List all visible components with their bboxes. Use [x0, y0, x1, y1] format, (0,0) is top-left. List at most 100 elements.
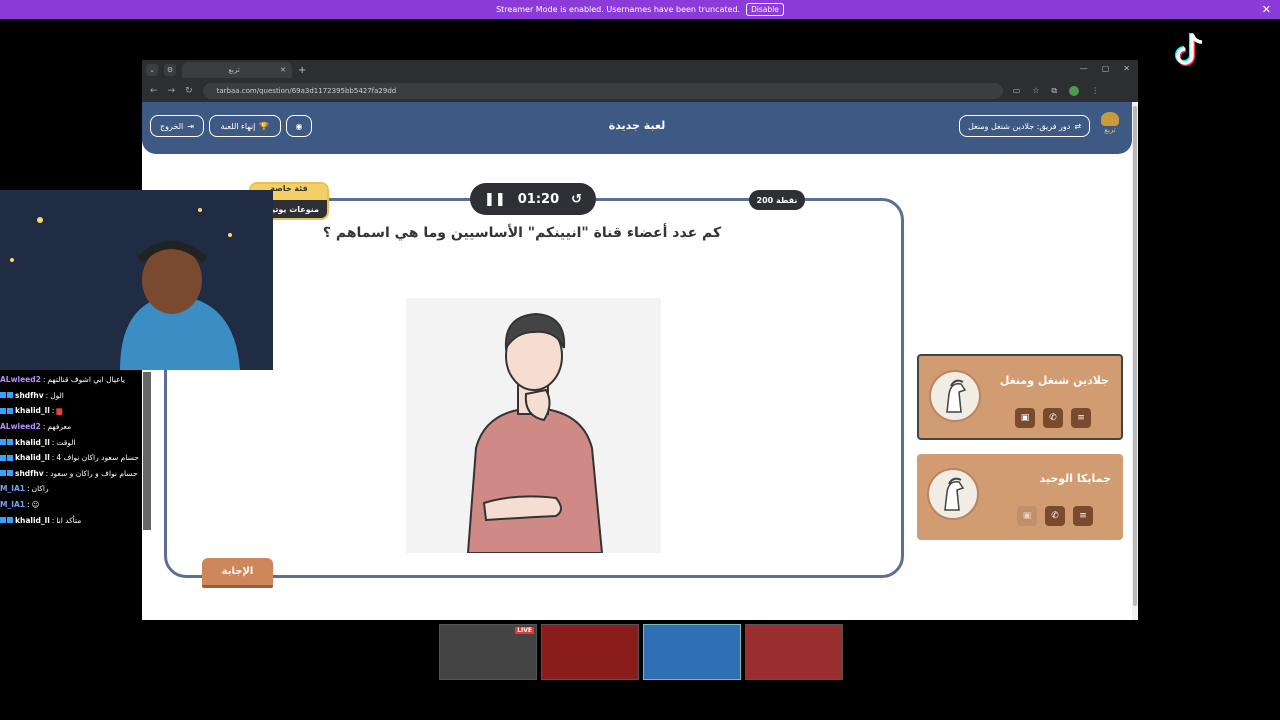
chat-text: معرفهم — [47, 422, 72, 432]
chat-username: M_IA1 — [0, 500, 26, 510]
points-badge: 200 نقطة — [749, 190, 805, 210]
badge-icon — [0, 470, 13, 477]
logo-text: تربع — [1104, 126, 1116, 134]
team-name: جمايكا الوحيد — [1039, 472, 1112, 485]
question-text: كم عدد أعضاء قناة "انيينكم" الأساسيين وم… — [322, 225, 722, 241]
taskbar-thumbnails: LIVE — [439, 624, 843, 680]
chat-username: khalid_ll — [15, 437, 50, 447]
address-bar-row: ← → ↻ tarbaa.com/question/69a3d1172395bb… — [142, 80, 1138, 102]
timer-value: 01:20 — [517, 191, 560, 207]
extensions-icon[interactable]: ⧉ — [1051, 86, 1057, 96]
browser-window: ⌄ ⚙ تربع ✕ + — ▢ ✕ ← → ↻ tarbaa.com/ques… — [142, 60, 1138, 620]
phone-icon[interactable]: ✆ — [1045, 506, 1065, 526]
new-tab-button[interactable]: + — [298, 65, 306, 76]
tab-title: تربع — [228, 66, 240, 74]
camera-icon[interactable]: ▣ — [1017, 506, 1037, 526]
disable-button[interactable]: Disable — [746, 3, 784, 16]
chat-text: 4 حسام سعود راكان نواف — [56, 453, 139, 463]
turn-indicator[interactable]: دور فريق: جلادين شنغل ومنغل ⇄ — [959, 115, 1090, 137]
chat-text: ياعيال ابي اشوف قنالتهم — [47, 375, 125, 385]
chat-message: M_IA1 : راكان — [0, 484, 49, 494]
chat-text: الوقت — [56, 437, 76, 447]
tab-search-icon[interactable]: ⌄ — [146, 64, 158, 76]
live-badge: LIVE — [515, 627, 534, 634]
chat-text: ☺ — [31, 500, 40, 510]
team-card-1: جلادين شنغل ومنغل ▣ ✆ ≡ — [917, 354, 1123, 440]
chat-username: M_IA1 — [0, 484, 26, 494]
thumbnail-character[interactable] — [643, 624, 741, 680]
bookmark-star-icon[interactable]: ☆ — [1032, 86, 1039, 96]
turn-label: دور فريق: جلادين شنغل ومنغل — [967, 121, 1071, 131]
window-controls: — ▢ ✕ — [1080, 64, 1130, 73]
phone-icon[interactable]: ✆ — [1043, 408, 1063, 428]
list-icon[interactable]: ≡ — [1073, 506, 1093, 526]
page-scrollbar[interactable] — [1132, 102, 1138, 620]
chat-message: M_IA1 : ☺ — [0, 500, 40, 510]
answer-button[interactable]: الإجابة — [202, 558, 273, 588]
list-icon[interactable]: ≡ — [1071, 408, 1091, 428]
tab-bar: ⌄ ⚙ تربع ✕ + — ▢ ✕ — [142, 60, 1138, 80]
chat-text: ▆ — [56, 406, 63, 416]
site-logo[interactable]: تربع — [1098, 112, 1122, 142]
shuffle-icon: ⇄ — [1074, 121, 1082, 131]
site-header: الخروج ⇥ إنهاء اللعبة 🏆 ◉ لعبة جديدة دور… — [142, 102, 1132, 154]
chat-username: khalid_ll — [15, 453, 50, 463]
chat-username: ALwleed2 — [0, 422, 41, 432]
badge-icon — [0, 407, 13, 414]
badge-icon — [0, 454, 13, 461]
team-name: جلادين شنغل ومنغل — [999, 374, 1109, 387]
streamer-mode-banner: Streamer Mode is enabled. Usernames have… — [0, 0, 1280, 19]
team-card-2: جمايكا الوحيد ▣ ✆ ≡ — [917, 454, 1123, 540]
browser-tab[interactable]: تربع ✕ — [182, 62, 292, 78]
chat-text: حسام نواف و راكان و سعود — [50, 468, 138, 478]
reset-timer-icon[interactable]: ↺ — [571, 192, 582, 207]
chat-message: khalid_ll : الوقت — [0, 434, 150, 450]
badge-icon — [0, 392, 13, 399]
forward-icon[interactable]: → — [168, 86, 176, 96]
tiktok-logo-icon — [1175, 33, 1203, 66]
close-icon[interactable]: ✕ — [1262, 3, 1271, 16]
reload-icon[interactable]: ↻ — [185, 86, 193, 96]
menu-icon[interactable]: ⋮ — [1091, 86, 1099, 96]
profile-avatar[interactable] — [1069, 86, 1080, 96]
badge-icon — [0, 439, 13, 446]
page-content: الخروج ⇥ إنهاء اللعبة 🏆 ◉ لعبة جديدة دور… — [142, 102, 1132, 620]
timer: ❚❚ 01:20 ↺ — [470, 183, 596, 215]
minimize-button[interactable]: — — [1080, 64, 1088, 73]
chat-text: راكان — [31, 484, 49, 494]
horse-avatar-icon — [927, 468, 979, 520]
chat-text: متأكد انا — [56, 515, 82, 525]
window-close-button[interactable]: ✕ — [1123, 64, 1130, 73]
thumbnail-pizza[interactable] — [745, 624, 843, 680]
url-field[interactable]: tarbaa.com/question/69a3d1172395bb5427fa… — [202, 83, 1003, 99]
pause-icon[interactable]: ❚❚ — [484, 192, 506, 207]
camera-icon[interactable]: ▣ — [1015, 408, 1035, 428]
maximize-button[interactable]: ▢ — [1102, 64, 1110, 73]
chat-username: shdfhv — [15, 390, 44, 400]
chat-overlay: ALwleed2 : ياعيال ابي اشوف قنالتهم shdfh… — [0, 372, 150, 542]
extension-icon[interactable]: ⚙ — [164, 64, 176, 76]
question-image — [406, 298, 661, 554]
chat-username: ALwleed2 — [0, 375, 41, 385]
chat-text: الول — [50, 390, 64, 400]
chat-message: ALwleed2 : ياعيال ابي اشوف قنالتهم — [0, 375, 125, 385]
chat-username: khalid_ll — [15, 515, 50, 525]
chat-message: khalid_ll : ▆ — [0, 403, 150, 419]
banner-text: Streamer Mode is enabled. Usernames have… — [496, 5, 741, 14]
webcam-overlay — [0, 190, 273, 370]
chat-message: khalid_ll : متأكد انا — [0, 512, 150, 528]
chat-message: ALwleed2 : معرفهم — [0, 422, 72, 432]
thinking-man-illustration — [466, 312, 604, 554]
cast-icon[interactable]: ▭ — [1013, 86, 1021, 96]
tab-close-icon[interactable]: ✕ — [280, 66, 286, 74]
chat-username: khalid_ll — [15, 406, 50, 416]
badge-icon — [0, 517, 13, 524]
thumbnail-stream[interactable]: LIVE — [439, 624, 537, 680]
horse-avatar-icon — [929, 370, 981, 422]
chat-scrollbar — [143, 372, 151, 530]
thumbnail-player[interactable] — [541, 624, 639, 680]
chat-message: khalid_ll : 4 حسام سعود راكان نواف — [0, 450, 150, 466]
back-icon[interactable]: ← — [150, 86, 158, 96]
chat-message: shdfhv : حسام نواف و راكان و سعود — [0, 466, 150, 482]
chat-username: shdfhv — [15, 468, 44, 478]
